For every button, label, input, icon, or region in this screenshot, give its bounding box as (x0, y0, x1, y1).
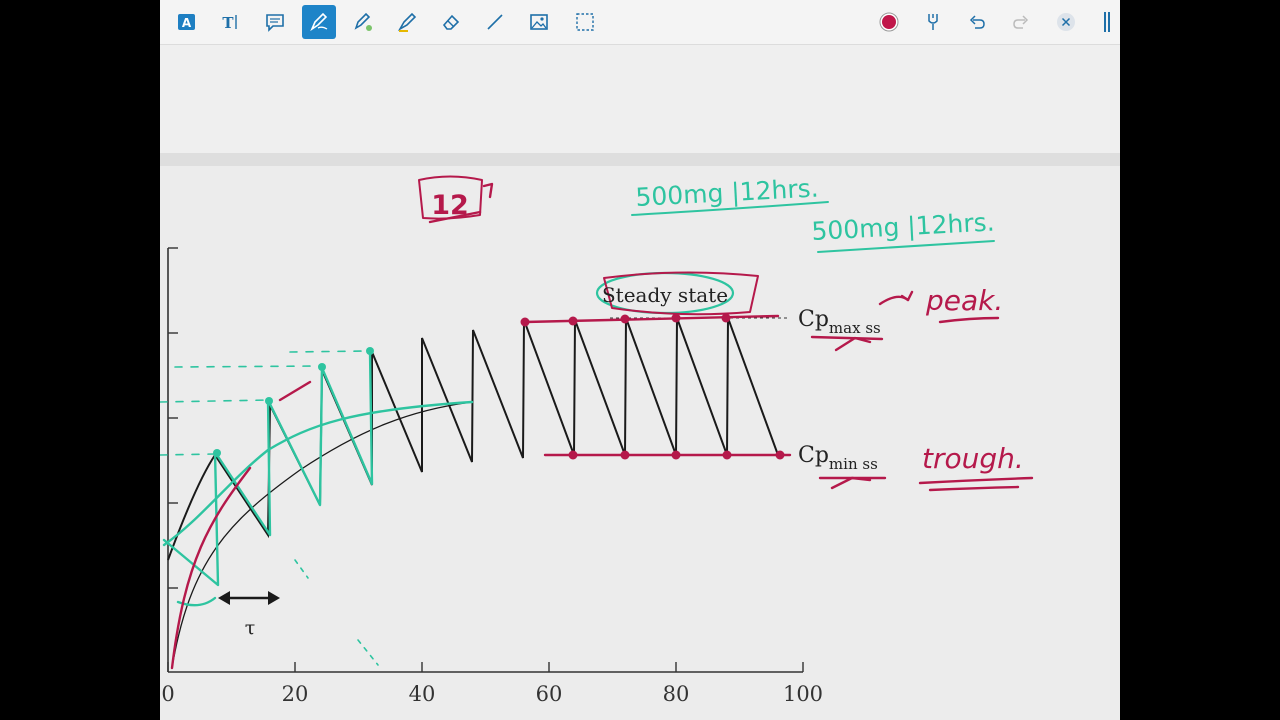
steady-state-label: Steady state (602, 283, 728, 307)
teal-ink-annotations (160, 201, 995, 666)
red-ink-annotations (170, 175, 1034, 670)
dose-note-1: 500mg |12hrs. (635, 173, 819, 212)
x-tick-label: 60 (535, 682, 563, 706)
dosing-interval-note: 12 (431, 190, 469, 221)
trough-note: trough. (922, 442, 1024, 475)
x-tick-label: 100 (782, 682, 824, 706)
cp-max-label: Cpmax ss (798, 307, 881, 337)
x-tick-label: 0 (161, 682, 175, 706)
x-tick-label: 20 (281, 682, 309, 706)
concentration-curve (167, 317, 779, 561)
red-ink-dots (520, 313, 785, 460)
x-tick-label: 40 (408, 682, 436, 706)
cp-min-label: Cpmin ss (798, 443, 878, 473)
whiteboard-app: A T Steady state Cpmax ss Cpmin ss τ 12 … (160, 0, 1120, 720)
chart-axes (167, 247, 804, 673)
slide-canvas[interactable]: Steady state Cpmax ss Cpmin ss τ 12 500m… (160, 0, 1120, 720)
peak-note: peak. (925, 284, 1003, 317)
tau-interval-arrow (218, 591, 280, 605)
dose-note-2: 500mg |12hrs. (811, 207, 995, 246)
x-tick-label: 80 (662, 682, 690, 706)
tau-label: τ (245, 617, 256, 639)
